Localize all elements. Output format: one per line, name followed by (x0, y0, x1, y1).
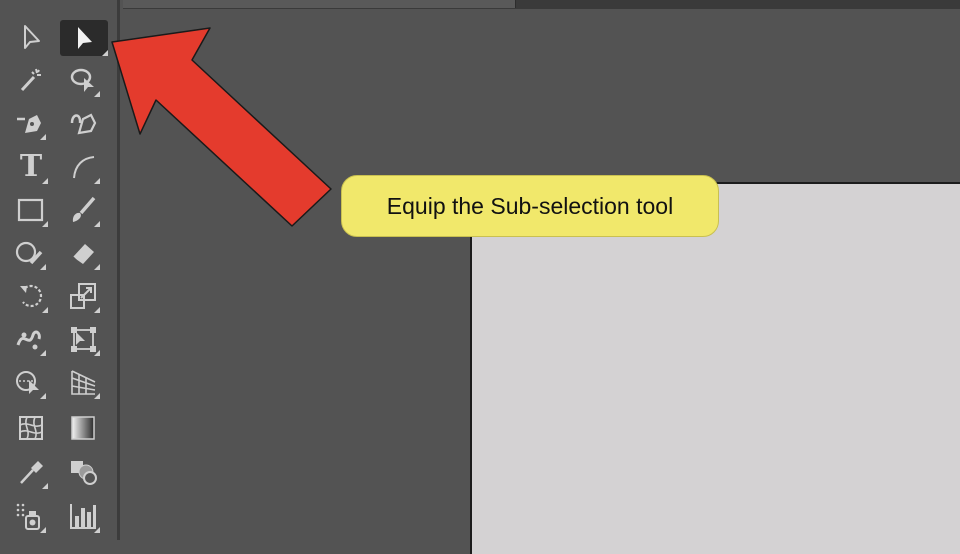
tool-flyout-indicator (42, 307, 48, 313)
curvature-tool[interactable] (66, 106, 100, 140)
pen-tool[interactable] (12, 106, 46, 140)
magic-wand-icon (20, 68, 41, 92)
arc-icon (73, 156, 95, 179)
blend-icon (71, 461, 97, 485)
mesh-icon (19, 416, 43, 440)
symbol-sprayer-tool[interactable] (12, 499, 46, 533)
selection-arrow-icon (24, 25, 40, 49)
selection-tool[interactable] (14, 20, 48, 54)
rectangle-tool[interactable] (14, 193, 48, 227)
pen-icon (17, 115, 41, 133)
column-graph-icon (70, 504, 96, 529)
shaper-icon (15, 241, 43, 265)
tool-flyout-indicator (94, 307, 100, 313)
tool-flyout-indicator (42, 178, 48, 184)
tool-flyout-indicator (94, 527, 100, 533)
type-icon: T (19, 149, 43, 184)
shaper-tool[interactable] (12, 236, 46, 270)
direct-selection-tool[interactable] (60, 20, 108, 56)
tool-flyout-indicator (40, 393, 46, 399)
puppet-warp-icon (16, 330, 41, 350)
free-transform-tool[interactable] (66, 322, 100, 356)
perspective-grid-tool[interactable] (66, 365, 100, 399)
tool-flyout-indicator (94, 350, 100, 356)
shape-builder-tool[interactable] (12, 365, 46, 399)
tool-flyout-indicator (94, 178, 100, 184)
scale-icon (70, 283, 96, 309)
scale-tool[interactable] (66, 279, 100, 313)
document-tab-bar (123, 0, 960, 9)
tools-panel: T (0, 0, 120, 540)
mesh-tool[interactable] (14, 411, 48, 445)
canvas-area[interactable] (123, 0, 960, 554)
line-segment-tool[interactable] (66, 150, 100, 184)
direct-selection-arrow-icon (78, 27, 92, 49)
artboard[interactable] (470, 182, 960, 554)
eraser-icon (72, 244, 94, 264)
lasso-icon (70, 68, 94, 92)
magic-wand-tool[interactable] (14, 63, 48, 97)
perspective-grid-icon (71, 370, 96, 395)
type-tool[interactable]: T (14, 150, 48, 184)
symbol-sprayer-icon (16, 503, 40, 530)
curvature-pen-icon (70, 113, 97, 135)
puppet-warp-tool[interactable] (12, 322, 46, 356)
tool-flyout-indicator (94, 393, 100, 399)
callout-bubble: Equip the Sub-selection tool (341, 175, 719, 237)
lasso-tool[interactable] (66, 63, 100, 97)
document-tab[interactable] (123, 0, 516, 8)
tool-flyout-indicator (102, 50, 108, 56)
free-transform-icon (71, 327, 96, 352)
rectangle-icon (17, 198, 44, 222)
tool-flyout-indicator (94, 221, 100, 227)
rotate-icon (20, 284, 43, 308)
gradient-tool[interactable] (66, 411, 100, 445)
eraser-tool[interactable] (66, 236, 100, 270)
eyedropper-tool[interactable] (14, 455, 48, 489)
tool-flyout-indicator (94, 264, 100, 270)
eyedropper-icon (20, 461, 43, 484)
tool-flyout-indicator (40, 350, 46, 356)
column-graph-tool[interactable] (66, 499, 100, 533)
rotate-tool[interactable] (14, 279, 48, 313)
paintbrush-tool[interactable] (66, 193, 100, 227)
tool-flyout-indicator (42, 483, 48, 489)
tool-flyout-indicator (94, 91, 100, 97)
gradient-icon (71, 416, 95, 440)
tool-flyout-indicator (40, 527, 46, 533)
tool-flyout-indicator (40, 264, 46, 270)
blend-tool[interactable] (66, 455, 100, 489)
tool-flyout-indicator (42, 221, 48, 227)
callout-text: Equip the Sub-selection tool (386, 192, 674, 219)
tool-flyout-indicator (40, 134, 46, 140)
paintbrush-icon (72, 196, 96, 222)
shape-builder-icon (16, 371, 39, 394)
